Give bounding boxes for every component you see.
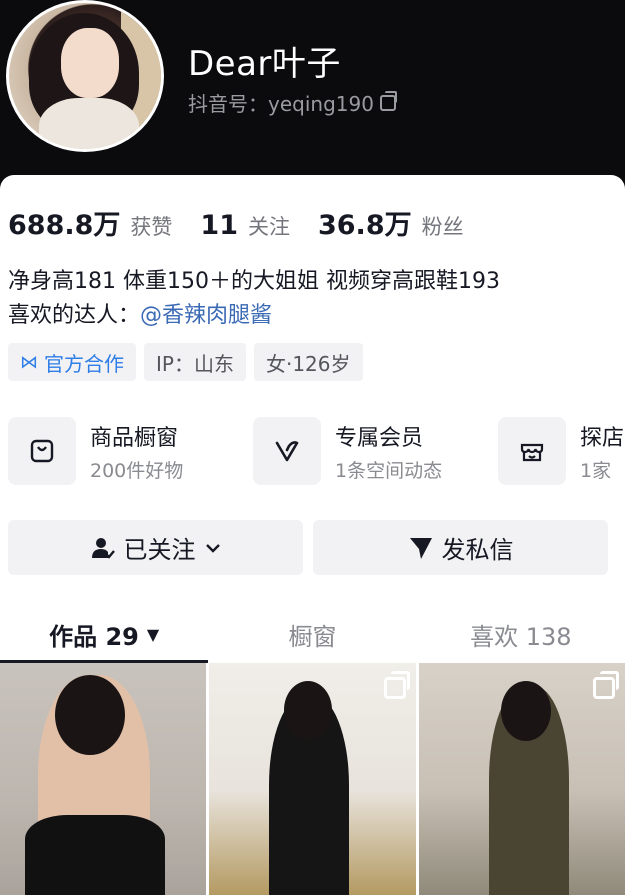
profile-header: Dear叶子 抖音号：yeqing190 [0, 0, 625, 185]
video-thumbnail[interactable] [0, 663, 207, 895]
douyin-id[interactable]: 抖音号：yeqing190 [188, 88, 397, 117]
video-thumbnail[interactable] [418, 663, 625, 895]
nickname: Dear叶子 [188, 44, 341, 84]
tab-likes[interactable]: 喜欢 138 [417, 605, 625, 663]
official-cooperation-label: 官方合作 [44, 351, 124, 376]
shopping-bag-icon [8, 417, 76, 485]
service-subtitle: 1条空间动态 [335, 459, 443, 482]
bio-line-1: 净身高181 体重150＋的大姐姐 视频穿高跟鞋193 [8, 269, 500, 294]
followers-count[interactable]: 36.8万 [318, 203, 412, 242]
followers-label: 粉丝 [421, 215, 464, 239]
likes-label: 获赞 [130, 215, 173, 239]
cooperation-icon: ⋈ [20, 351, 38, 373]
service-shop-window[interactable]: 商品橱窗 200件好物 [8, 415, 253, 487]
official-cooperation-tag[interactable]: ⋈ 官方合作 [8, 343, 136, 381]
service-title: 专属会员 [335, 425, 424, 451]
service-title: 商品橱窗 [90, 425, 179, 451]
bio-line-2: 喜欢的达人：@香辣肉腿酱 [8, 299, 500, 333]
tags-row: ⋈ 官方合作 IP：山东 女·126岁 [8, 343, 363, 381]
service-vip[interactable]: 专属会员 1条空间动态 [253, 415, 498, 487]
tab-shop-window[interactable]: 橱窗 [208, 605, 416, 663]
user-check-icon [91, 537, 115, 559]
service-title: 探店 [580, 425, 625, 451]
service-subtitle: 200件好物 [90, 459, 184, 482]
video-thumbnail[interactable] [209, 663, 416, 895]
multi-image-icon [383, 671, 410, 699]
content-tabs: 作品 29 ▼ 橱窗 喜欢 138 [0, 605, 625, 663]
send-message-button[interactable]: 发私信 [313, 520, 608, 575]
tab-works[interactable]: 作品 29 ▼ [0, 605, 209, 663]
bio-line-2-prefix: 喜欢的达人： [8, 303, 141, 328]
send-message-label: 发私信 [441, 536, 514, 564]
services-row: 商品橱窗 200件好物 专属会员 1条空间动态 探店 1家 [8, 415, 625, 487]
ip-location-tag: IP：山东 [144, 343, 246, 381]
bio-mention-link[interactable]: @香辣肉腿酱 [140, 303, 272, 328]
multi-image-icon [592, 671, 619, 699]
tab-works-label: 作品 29 [49, 622, 139, 651]
service-store-visit[interactable]: 探店 1家 [498, 415, 625, 487]
store-icon [498, 417, 566, 485]
stats-row: 688.8万 获赞 11 关注 36.8万 粉丝 [8, 203, 482, 242]
gender-age-tag: 女·126岁 [253, 343, 363, 381]
send-icon [409, 537, 432, 559]
copy-icon[interactable] [379, 90, 397, 111]
actions-row: 已关注 发私信 [8, 520, 608, 575]
vip-v-icon [253, 417, 321, 485]
service-subtitle: 1家 [580, 459, 612, 482]
avatar[interactable] [6, 0, 164, 152]
following-count[interactable]: 11 [200, 210, 238, 241]
bio: 净身高181 体重150＋的大姐姐 视频穿高跟鞋193 喜欢的达人：@香辣肉腿酱 [8, 265, 500, 333]
douyin-id-text: 抖音号：yeqing190 [188, 92, 374, 116]
profile-card: 688.8万 获赞 11 关注 36.8万 粉丝 净身高181 体重150＋的大… [0, 175, 625, 895]
following-label: 关注 [247, 215, 290, 239]
followed-button[interactable]: 已关注 [8, 520, 303, 575]
chevron-down-icon [205, 543, 220, 553]
caret-down-icon: ▼ [146, 624, 160, 644]
video-grid [0, 663, 625, 895]
likes-count[interactable]: 688.8万 [8, 203, 120, 242]
followed-label: 已关注 [123, 536, 196, 564]
